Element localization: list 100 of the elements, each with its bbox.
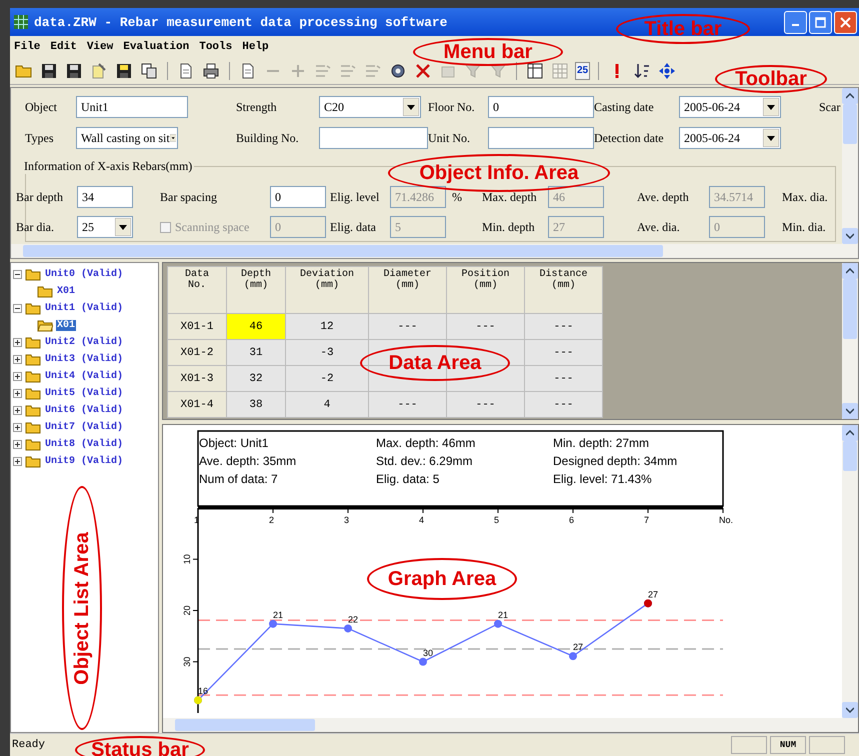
text-field[interactable]: [319, 127, 428, 149]
dropdown[interactable]: C20: [319, 96, 421, 118]
collapse-icon[interactable]: [13, 304, 22, 313]
expand-icon[interactable]: [13, 440, 22, 449]
arrows-icon[interactable]: [658, 62, 676, 80]
text-field[interactable]: 0: [488, 96, 594, 118]
collapse-icon[interactable]: [13, 270, 22, 279]
text-field[interactable]: 0: [270, 186, 326, 208]
row-header[interactable]: X01-1: [168, 314, 226, 340]
expand-icon[interactable]: [13, 406, 22, 415]
table-cell: 4: [286, 392, 368, 418]
tick-label: 6: [569, 515, 574, 525]
column-header: Position (mm): [446, 266, 524, 314]
tree-item[interactable]: Unit9 (Valid): [44, 456, 124, 467]
tree-item[interactable]: X01: [56, 320, 76, 331]
tree-item[interactable]: Unit3 (Valid): [44, 354, 124, 365]
scrollbar-thumb[interactable]: [843, 279, 857, 339]
menu-item[interactable]: View: [86, 41, 114, 53]
tree-item[interactable]: Unit2 (Valid): [44, 337, 124, 348]
chevron-down-icon[interactable]: [846, 233, 854, 239]
dropdown[interactable]: 2005-06-24: [679, 96, 781, 118]
horizontal-scrollbar[interactable]: [163, 718, 858, 732]
table-cell: ---: [524, 392, 602, 418]
table-cell: 38: [226, 392, 286, 418]
tick-label: 3: [344, 515, 350, 525]
app-grid-icon: [14, 15, 28, 29]
folder-icon: [25, 455, 41, 468]
vertical-scrollbar[interactable]: [842, 263, 858, 419]
chevron-up-icon[interactable]: [846, 268, 854, 274]
chevron-up-icon[interactable]: [846, 430, 854, 436]
tree-item[interactable]: Unit6 (Valid): [44, 405, 124, 416]
tree-item[interactable]: X01: [56, 286, 76, 297]
scrollbar-thumb[interactable]: [843, 441, 857, 471]
table-cell: 32: [226, 366, 286, 392]
field-label: Max. depth: [482, 190, 538, 204]
callout-label: Object List Area: [70, 532, 94, 684]
maximize-button[interactable]: [809, 10, 832, 34]
printer-icon[interactable]: [202, 62, 220, 80]
row-header[interactable]: X01-2: [168, 340, 226, 366]
vertical-scrollbar[interactable]: [842, 425, 858, 718]
chevron-down-icon[interactable]: [846, 707, 854, 713]
vertical-scrollbar[interactable]: [842, 88, 858, 244]
table-icon[interactable]: [526, 62, 544, 80]
callout-label: Status bar: [75, 736, 205, 756]
graph-info-text: Num of data: 7: [199, 472, 278, 486]
chevron-up-icon[interactable]: [846, 93, 854, 99]
dropdown[interactable]: 2005-06-24: [679, 127, 781, 149]
folder-icon: [25, 302, 41, 315]
tree-item[interactable]: Unit4 (Valid): [44, 371, 124, 382]
cross-icon[interactable]: [414, 62, 432, 80]
scrollbar-thumb[interactable]: [23, 245, 663, 257]
column-header: Distance (mm): [524, 266, 602, 314]
folder-icon: [37, 285, 53, 298]
field-label: Strength: [236, 100, 278, 114]
tree-item[interactable]: Unit1 (Valid): [44, 303, 124, 314]
scrollbar-thumb[interactable]: [843, 104, 857, 144]
dropdown[interactable]: 25: [77, 216, 133, 238]
close-button[interactable]: [834, 10, 857, 34]
expand-icon[interactable]: [13, 372, 22, 381]
table-cell: ---: [446, 314, 524, 340]
menu-item[interactable]: Evaluation: [123, 41, 190, 53]
copy-icon[interactable]: [140, 62, 158, 80]
document-icon[interactable]: [90, 62, 108, 80]
menu-item[interactable]: Tools: [199, 41, 232, 53]
graph-info-text: Max. depth: 46mm: [376, 436, 476, 450]
expand-icon[interactable]: [13, 457, 22, 466]
dropdown[interactable]: Wall casting on sit: [76, 127, 178, 149]
text-field[interactable]: 34: [77, 186, 133, 208]
row-header[interactable]: X01-4: [168, 392, 226, 418]
expand-icon[interactable]: [13, 338, 22, 347]
column-header: Diameter (mm): [368, 266, 446, 314]
tree-item[interactable]: Unit0 (Valid): [44, 269, 124, 280]
text-field[interactable]: Unit1: [76, 96, 188, 118]
callout-label: Graph Area: [367, 558, 517, 600]
expand-icon[interactable]: [13, 355, 22, 364]
text-field[interactable]: [488, 127, 594, 149]
menu-item[interactable]: Edit: [50, 41, 77, 53]
tree-item[interactable]: Unit7 (Valid): [44, 422, 124, 433]
sort-icon[interactable]: [633, 62, 652, 80]
minimize-button[interactable]: [784, 10, 807, 34]
value-label: 16: [198, 686, 208, 696]
folder-icon: [25, 336, 41, 349]
expand-icon[interactable]: [13, 423, 22, 432]
horizontal-scrollbar[interactable]: [11, 244, 858, 258]
tree-item[interactable]: Unit5 (Valid): [44, 388, 124, 399]
menu-item[interactable]: Help: [242, 41, 269, 53]
folder-icon: [25, 370, 41, 383]
tick-label: No.: [719, 515, 734, 525]
expand-icon[interactable]: [13, 389, 22, 398]
tree-item[interactable]: Unit8 (Valid): [44, 439, 124, 450]
chevron-down-icon[interactable]: [846, 408, 854, 414]
row-header[interactable]: X01-3: [168, 366, 226, 392]
field-label: Bar spacing: [160, 190, 218, 204]
status-text: Ready: [12, 739, 46, 751]
unit-label: %: [452, 190, 462, 204]
number-button[interactable]: 25: [575, 62, 590, 80]
graph-info-text: Min. depth: 27mm: [553, 436, 650, 450]
field-label: Ave. depth: [637, 190, 690, 204]
scrollbar-thumb[interactable]: [175, 719, 315, 731]
menu-item[interactable]: File: [14, 41, 40, 53]
